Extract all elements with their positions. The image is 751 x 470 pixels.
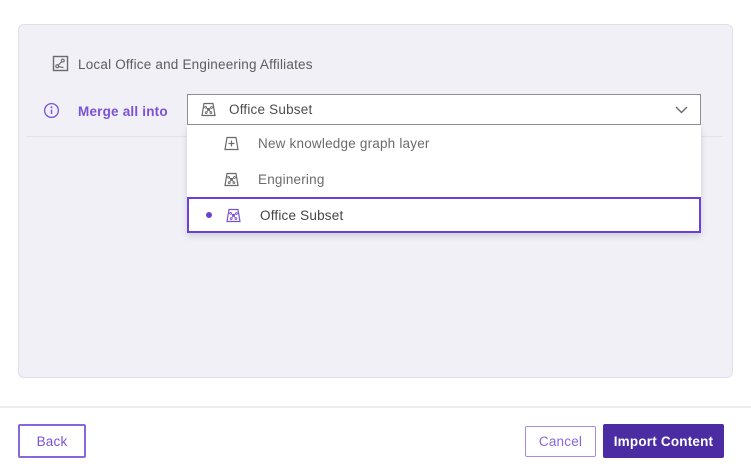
knowledge-graph-layer-icon [200,101,217,118]
dropdown-option-label: Office Subset [260,208,343,223]
graph-layer-square-icon [52,55,69,72]
back-button[interactable]: Back [18,424,86,458]
new-knowledge-graph-layer-icon [223,135,240,152]
merge-target-select-value: Office Subset [229,102,312,117]
selected-dot-icon [206,212,212,218]
merge-target-select[interactable]: Office Subset [187,94,701,125]
merge-target-dropdown-list: New knowledge graph layer [187,125,701,233]
cancel-button[interactable]: Cancel [525,426,596,457]
dropdown-option-label: New knowledge graph layer [258,136,430,151]
import-options-panel: Local Office and Engineering Affiliates … [18,24,733,378]
dropdown-option-label: Enginering [258,172,325,187]
dropdown-option[interactable]: New knowledge graph layer [187,125,701,161]
info-icon[interactable] [43,102,60,119]
chevron-down-icon [675,106,688,114]
knowledge-graph-layer-icon [223,171,240,188]
knowledge-graph-layer-icon [225,207,242,224]
merge-all-into-label: Merge all into [78,104,168,119]
layer-name-label: Local Office and Engineering Affiliates [78,57,313,72]
footer-divider [0,406,751,408]
import-dialog: { "colors": { "accent_purple": "#7a52d9"… [0,0,751,470]
dropdown-option[interactable]: Enginering [187,161,701,197]
dropdown-option[interactable]: Office Subset [187,197,701,233]
import-content-button[interactable]: Import Content [603,424,724,458]
